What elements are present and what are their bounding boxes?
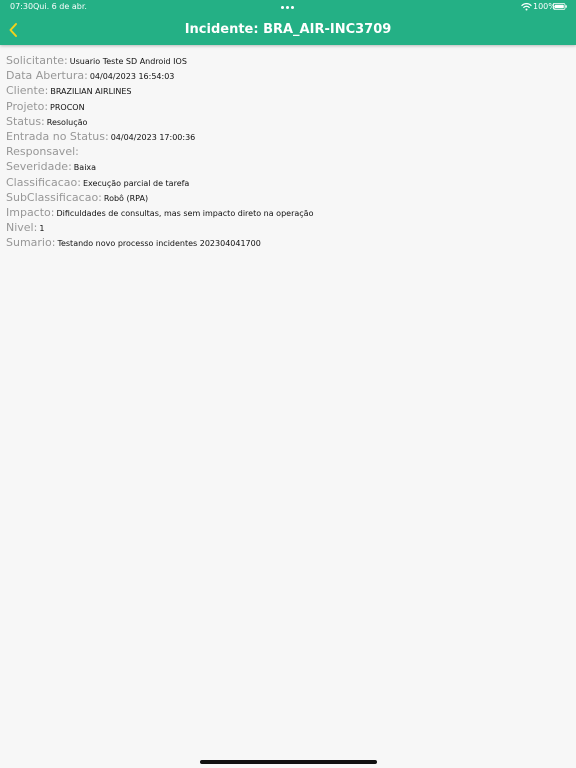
detail-value: Dificuldades de consultas, mas sem impac… bbox=[56, 208, 314, 218]
detail-row: Solicitante: Usuario Teste SD Android IOS bbox=[0, 51, 313, 67]
detail-row: Entrada no Status: 04/04/2023 17:00:36 bbox=[0, 127, 313, 143]
detail-value: 1 bbox=[39, 224, 45, 234]
detail-row: Sumario: Testando novo processo incidente… bbox=[0, 233, 313, 250]
detail-row: SubClassificacao: Robô (RPA) bbox=[0, 188, 313, 204]
detail-label: Projeto: bbox=[6, 99, 49, 113]
detail-label: Status: bbox=[6, 114, 45, 128]
detail-value: Execução parcial de tarefa bbox=[82, 178, 190, 188]
detail-label: Responsavel: bbox=[6, 145, 79, 159]
status-date: Qui. 6 de abr. bbox=[33, 2, 87, 11]
detail-row: Status: Resolução bbox=[0, 112, 313, 128]
status-time: 07:30 bbox=[10, 2, 34, 11]
detail-row: Projeto: PROCON bbox=[0, 97, 313, 113]
detail-value: 04/04/2023 17:00:36 bbox=[110, 132, 196, 142]
detail-value: Baixa bbox=[73, 163, 97, 173]
detail-row: Responsavel: bbox=[0, 142, 313, 159]
detail-label: Cliente: bbox=[6, 84, 49, 98]
detail-value: Testando novo processo incidentes 202304… bbox=[57, 239, 261, 249]
incident-details: Solicitante: Usuario Teste SD Android IOS… bbox=[0, 51, 314, 250]
battery-icon bbox=[553, 3, 567, 10]
detail-row: Cliente: BRAZILIAN AIRLINES bbox=[0, 81, 313, 98]
detail-label: Solicitante: bbox=[6, 54, 68, 67]
multitasking-dots-icon[interactable] bbox=[281, 6, 295, 9]
detail-label: Data Abertura: bbox=[6, 69, 88, 83]
detail-value: PROCON bbox=[50, 102, 85, 112]
detail-label: Sumario: bbox=[6, 236, 56, 250]
detail-value: Resolução bbox=[46, 117, 88, 127]
detail-value: Robô (RPA) bbox=[103, 193, 149, 203]
detail-row: Nivel: 1 bbox=[0, 218, 313, 235]
detail-value: Usuario Teste SD Android IOS bbox=[69, 57, 187, 66]
detail-label: Impacto: bbox=[6, 205, 55, 219]
detail-label: SubClassificacao: bbox=[6, 190, 102, 204]
detail-label: Entrada no Status: bbox=[6, 129, 109, 143]
wifi-icon bbox=[521, 3, 532, 11]
page-title: Incidente: BRA_AIR-INC3709 bbox=[184, 22, 392, 37]
detail-value: BRAZILIAN AIRLINES bbox=[50, 87, 132, 97]
detail-row: Severidade: Baixa bbox=[0, 157, 313, 174]
status-bar: 07:30 Qui. 6 de abr. 100% bbox=[0, 0, 576, 14]
detail-label: Classificacao: bbox=[6, 175, 81, 189]
detail-value: 04/04/2023 16:54:03 bbox=[89, 72, 175, 82]
navigation-header: 07:30 Qui. 6 de abr. 100% Incidente: BRA… bbox=[0, 0, 576, 45]
detail-label: Nivel: bbox=[6, 221, 38, 235]
home-indicator[interactable] bbox=[200, 760, 377, 764]
detail-row: Impacto: Dificuldades de consultas, mas s… bbox=[0, 203, 314, 219]
detail-row: Data Abertura: 04/04/2023 16:54:03 bbox=[0, 66, 313, 83]
detail-row: Classificacao: Execução parcial de tarefa bbox=[0, 173, 313, 189]
detail-label: Severidade: bbox=[6, 160, 72, 174]
